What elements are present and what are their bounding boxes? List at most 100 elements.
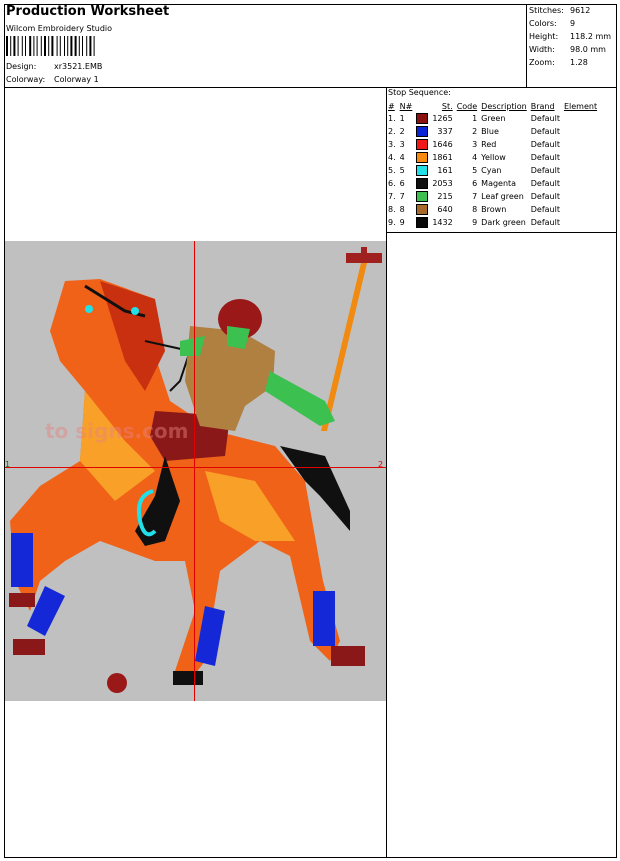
- row-index: 6.: [388, 179, 396, 188]
- axis-label-right: 2: [378, 460, 384, 469]
- stop-sequence-table: # N# St. Code Description Brand Element …: [386, 100, 599, 229]
- row-n: 4: [399, 153, 405, 162]
- stat-width: Width: 98.0 mm: [529, 45, 606, 54]
- color-swatch: [416, 152, 429, 163]
- design-value: xr3521.EMB: [54, 62, 103, 71]
- color-swatch: [416, 126, 429, 137]
- col-header-description: Description: [481, 101, 527, 111]
- page-title: Production Worksheet: [6, 4, 170, 19]
- color-swatch: [416, 165, 429, 176]
- row-code: 6: [472, 179, 478, 188]
- table-row: 2. 2 337 2 Blue Default: [386, 125, 599, 138]
- row-index: 8.: [388, 205, 396, 214]
- row-n: 2: [399, 127, 405, 136]
- row-description: Magenta: [481, 179, 517, 188]
- design-preview: to signs.com 1 2: [5, 241, 386, 701]
- watermark-text: to signs.com: [45, 419, 189, 443]
- row-stitches: 337: [437, 127, 453, 136]
- table-header-row: # N# St. Code Description Brand Element: [386, 100, 599, 112]
- row-brand: Default: [530, 205, 560, 214]
- row-stitches: 1646: [432, 140, 453, 149]
- bridle-ring-2: [131, 307, 139, 315]
- sequence-divider: [386, 232, 617, 233]
- row-stitches: 1861: [432, 153, 453, 162]
- row-element: [562, 190, 599, 203]
- row-index: 7.: [388, 192, 396, 201]
- row-element: [562, 151, 599, 164]
- row-code: 5: [472, 166, 478, 175]
- row-description: Brown: [481, 205, 507, 214]
- row-swatch: [414, 190, 430, 203]
- bridle-ring: [85, 305, 93, 313]
- hoof-2: [13, 639, 45, 655]
- row-element: [562, 138, 599, 151]
- table-row: 9. 9 1432 9 Dark green Default: [386, 216, 599, 229]
- row-index: 3.: [388, 140, 396, 149]
- polo-ball: [107, 673, 127, 693]
- row-n: 9: [399, 218, 405, 227]
- col-header-stitches: St.: [441, 101, 453, 111]
- row-code: 2: [472, 127, 478, 136]
- stat-stitches: Stitches: 9612: [529, 6, 591, 15]
- row-swatch: [414, 203, 430, 216]
- row-element: [562, 164, 599, 177]
- header-divider: [4, 87, 617, 88]
- col-header-element: Element: [563, 101, 598, 111]
- row-swatch: [414, 151, 430, 164]
- row-index: 4.: [388, 153, 396, 162]
- row-n: 3: [399, 140, 405, 149]
- stats-divider: [526, 4, 527, 87]
- hoof-3: [173, 671, 203, 685]
- color-swatch: [416, 113, 429, 124]
- embroidery-preview-image: [9, 247, 382, 693]
- row-brand: Default: [530, 192, 560, 201]
- row-code: 8: [472, 205, 478, 214]
- vendor-name: Wilcom Embroidery Studio: [6, 24, 113, 33]
- axis-label-left: 1: [5, 460, 11, 469]
- row-element: [562, 203, 599, 216]
- row-swatch: [414, 164, 430, 177]
- table-row: 4. 4 1861 4 Yellow Default: [386, 151, 599, 164]
- row-stitches: 640: [437, 205, 453, 214]
- row-brand: Default: [530, 218, 560, 227]
- row-description: Red: [481, 140, 497, 149]
- table-row: 8. 8 640 8 Brown Default: [386, 203, 599, 216]
- row-description: Dark green: [481, 218, 526, 227]
- row-stitches: 161: [437, 166, 453, 175]
- row-n: 8: [399, 205, 405, 214]
- row-index: 9.: [388, 218, 396, 227]
- row-element: [562, 216, 599, 229]
- color-swatch: [416, 178, 429, 189]
- col-header-n: N#: [399, 101, 413, 111]
- row-brand: Default: [530, 153, 560, 162]
- table-row: 7. 7 215 7 Leaf green Default: [386, 190, 599, 203]
- col-header-code: Code: [456, 101, 478, 111]
- stat-height: Height: 118.2 mm: [529, 32, 612, 41]
- row-swatch: [414, 112, 430, 125]
- barcode: [6, 36, 95, 56]
- row-n: 5: [399, 166, 405, 175]
- col-header-brand: Brand: [530, 101, 555, 111]
- row-stitches: 2053: [432, 179, 453, 188]
- col-header-index: #: [388, 101, 395, 111]
- table-row: 6. 6 2053 6 Magenta Default: [386, 177, 599, 190]
- row-description: Cyan: [481, 166, 502, 175]
- row-code: 7: [472, 192, 478, 201]
- color-swatch: [416, 139, 429, 150]
- row-stitches: 1432: [432, 218, 453, 227]
- row-n: 6: [399, 179, 405, 188]
- row-description: Leaf green: [481, 192, 524, 201]
- design-label: Design:: [6, 62, 37, 71]
- row-index: 1.: [388, 114, 396, 123]
- row-description: Green: [481, 114, 506, 123]
- row-code: 3: [472, 140, 478, 149]
- table-row: 5. 5 161 5 Cyan Default: [386, 164, 599, 177]
- color-swatch: [416, 191, 429, 202]
- leg-wrap-hind-right: [313, 591, 335, 646]
- row-swatch: [414, 125, 430, 138]
- leg-wrap-front-left: [11, 533, 33, 587]
- table-row: 1. 1 1265 1 Green Default: [386, 112, 599, 125]
- colorway-value: Colorway 1: [54, 75, 99, 84]
- row-stitches: 1265: [432, 114, 453, 123]
- row-code: 4: [472, 153, 478, 162]
